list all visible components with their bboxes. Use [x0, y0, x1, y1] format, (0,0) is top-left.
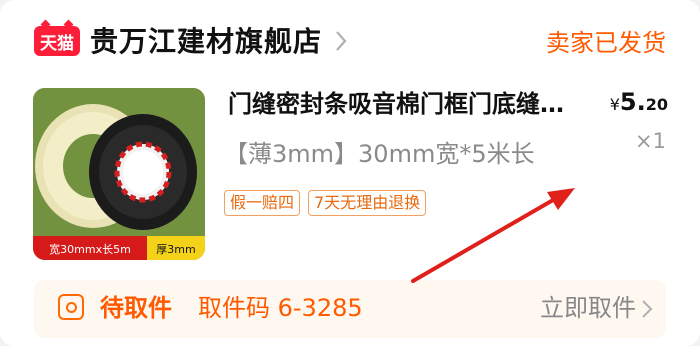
order-card[interactable]: 天猫 贵万江建材旗舰店 卖家已发货 宽30mmx长5m 厚3mm 门缝密封条吸音…	[0, 0, 700, 346]
shop-header[interactable]: 天猫 贵万江建材旗舰店 卖家已发货	[34, 18, 674, 66]
order-status: 卖家已发货	[546, 29, 666, 57]
product-quantity: ×1	[635, 129, 666, 153]
image-thickness-caption: 厚3mm	[156, 243, 195, 256]
image-size-caption: 宽30mmx长5m	[49, 242, 131, 256]
product-image[interactable]: 宽30mmx长5m 厚3mm	[33, 88, 205, 260]
product-title[interactable]: 门缝密封条吸音棉门框门底缝…	[228, 84, 610, 124]
price-integer: 5.	[619, 88, 646, 116]
parcel-locker-icon	[58, 294, 84, 320]
price-currency: ¥	[609, 95, 620, 114]
price-decimal: 20	[645, 95, 668, 114]
pickup-bar[interactable]: 待取件 取件码 6-3285 立即取件	[34, 280, 666, 338]
pickup-now-button[interactable]: 立即取件	[540, 292, 636, 324]
chevron-right-icon[interactable]	[640, 298, 654, 320]
service-tags: 假一赔四 7天无理由退换	[224, 190, 427, 216]
product-price: ¥5.20	[610, 86, 668, 121]
tmall-logo: 天猫	[34, 19, 80, 56]
shop-name[interactable]: 贵万江建材旗舰店	[90, 22, 322, 62]
chevron-right-icon[interactable]	[332, 28, 350, 54]
pickup-status: 待取件	[100, 294, 172, 322]
tag-fake-compensation: 假一赔四	[224, 190, 301, 216]
pickup-code: 取件码 6-3285	[198, 294, 363, 322]
product-spec[interactable]: 【薄3mm】30mm宽*5米长	[224, 136, 535, 172]
tag-7day-return: 7天无理由退换	[308, 190, 427, 216]
tmall-logo-text: 天猫	[40, 33, 74, 54]
